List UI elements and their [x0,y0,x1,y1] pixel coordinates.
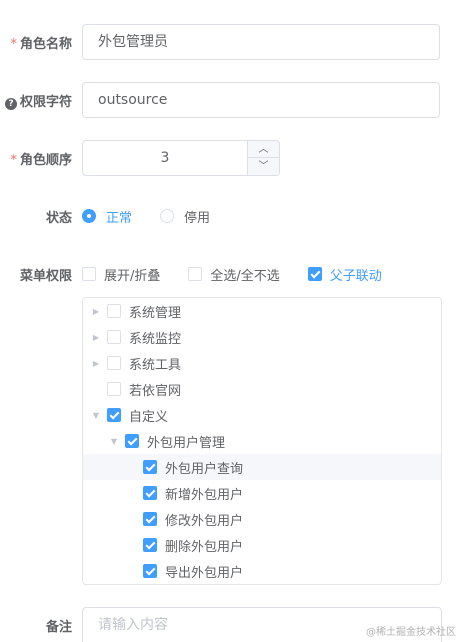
tree-node-outsource-user-delete[interactable]: ▶删除外包用户 [83,532,441,558]
menu-permission-row: 菜单权限 展开/折叠 全选/全不选 父子联动 [0,262,462,286]
radio-checked-icon [82,209,96,223]
status-radio-normal[interactable]: 正常 [82,207,132,226]
tree-node-system-tools[interactable]: ▶ 系统工具 [83,350,441,376]
tree-node-system-monitor[interactable]: ▶ 系统监控 [83,324,441,350]
tree-node-outsource-user-edit[interactable]: ▶修改外包用户 [83,506,441,532]
stepper-controls: ︿ ﹀ [247,141,279,175]
checkbox-icon[interactable] [107,382,121,396]
checkbox-checked-icon[interactable] [143,538,157,552]
checkbox-checked-icon[interactable] [125,434,139,448]
caret-right-icon[interactable]: ▶ [91,307,101,316]
menu-permission-toggles: 展开/折叠 全选/全不选 父子联动 [82,265,382,284]
role-order-value[interactable]: 3 [83,141,247,175]
increase-button[interactable]: ︿ [248,141,279,158]
tree-node-system-management[interactable]: ▶ 系统管理 [83,298,441,324]
checkbox-icon[interactable] [107,304,121,318]
select-all-checkbox[interactable]: 全选/全不选 [188,265,280,284]
permission-key-input[interactable]: outsource [82,82,440,118]
caret-right-icon[interactable]: ▶ [91,359,101,368]
tree-node-outsource-user-management[interactable]: ▼ 外包用户管理 [83,428,441,454]
checkbox-checked-icon[interactable] [143,486,157,500]
required-mark: * [10,152,17,168]
role-order-stepper[interactable]: 3 ︿ ﹀ [82,140,280,176]
required-mark: * [10,36,17,52]
tree-node-custom[interactable]: ▼ 自定义 [83,402,441,428]
checkbox-icon [82,267,96,281]
remark-label: 备注 [45,619,72,635]
checkbox-checked-icon[interactable] [143,564,157,578]
radio-unchecked-icon [160,209,175,223]
status-row: 状态 正常 停用 [0,204,462,228]
role-name-input[interactable]: 外包管理员 [82,24,440,60]
checkbox-checked-icon[interactable] [107,408,121,422]
status-radio-disabled[interactable]: 停用 [160,207,210,226]
parent-child-link-checkbox[interactable]: 父子联动 [307,265,382,284]
tree-node-ruoyi-site[interactable]: ▶若依官网 [83,376,441,402]
caret-down-icon[interactable]: ▼ [109,437,119,446]
checkbox-icon [188,267,203,281]
status-radio-group: 正常 停用 [82,207,238,226]
checkbox-checked-icon [307,267,322,281]
tree-node-outsource-user-query[interactable]: ▶外包用户查询 [83,454,441,480]
checkbox-icon[interactable] [107,356,121,370]
decrease-button[interactable]: ﹀ [248,158,279,175]
help-icon[interactable]: ? [4,97,17,110]
caret-right-icon[interactable]: ▶ [91,333,101,342]
menu-tree: ▶系统管理 ▶系统监控 ▶系统工具 ▶若依官网 ▼自定义 ▼外包用户管理 ▶外包… [82,297,442,585]
tree-node-outsource-user-export[interactable]: ▶导出外包用户 [83,558,441,584]
role-order-label: * 角色顺序 [10,152,72,168]
menu-permission-label: 菜单权限 [19,268,72,284]
expand-collapse-checkbox[interactable]: 展开/折叠 [82,265,160,284]
checkbox-checked-icon[interactable] [143,512,157,526]
permission-key-label: ? 权限字符 [0,91,72,110]
checkbox-icon[interactable] [107,330,121,344]
checkbox-checked-icon[interactable] [143,460,157,474]
caret-down-icon[interactable]: ▼ [91,411,101,420]
tree-node-outsource-user-add[interactable]: ▶新增外包用户 [83,480,441,506]
role-name-label: * 角色名称 [10,36,72,52]
status-label: 状态 [45,210,72,226]
watermark: @稀土掘金技术社区 [366,627,456,638]
